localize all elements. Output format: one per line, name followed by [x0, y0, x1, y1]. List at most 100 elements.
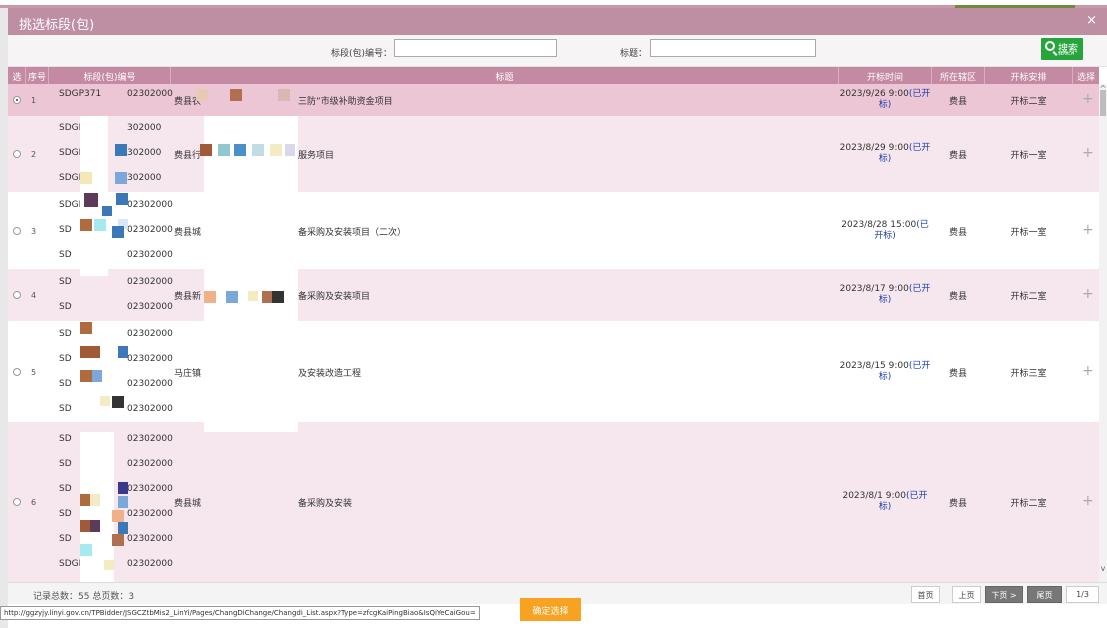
- mosaic-block: [84, 193, 98, 207]
- add-plus-icon[interactable]: +: [1082, 145, 1094, 161]
- section-code-label: 标段(包)编号：: [331, 49, 393, 59]
- table-row[interactable]: 5 SD 02302000 SD 02302000 SD 02302000 SD 0230200…: [8, 321, 1099, 422]
- row-title: 备采购及安装项目: [298, 292, 371, 302]
- open-time-text: 2023/9/26 9:00: [839, 89, 909, 99]
- dialog-title: 挑选标段(包): [19, 18, 95, 33]
- search-button[interactable]: 搜索 SEARCH: [1041, 38, 1083, 60]
- table-row[interactable]: 2 SDGP 302000 SDGP 302000 SDGP 302000 费县行 服务项目 20…: [8, 116, 1099, 192]
- row-area: 费县: [948, 228, 967, 238]
- mosaic-block: [116, 193, 128, 205]
- code-prefix: SD: [59, 434, 72, 444]
- open-time-text: 2023/8/17 9:00: [839, 284, 909, 294]
- add-plus-icon[interactable]: +: [1082, 286, 1094, 302]
- row-radio[interactable]: [13, 150, 21, 158]
- row-code: SD 02302000: [59, 379, 173, 389]
- row-area: 费县: [948, 369, 967, 379]
- row-unit: 费县行: [174, 151, 202, 161]
- table-row[interactable]: 1 SDGP371 02302000 费县农 三防”市级补助资金项目 2023/9/26 …: [8, 84, 1099, 116]
- row-radio[interactable]: [13, 498, 21, 506]
- title-filter-label: 标题：: [620, 49, 648, 59]
- section-code-input[interactable]: [394, 39, 557, 57]
- row-code: SDGP371 02302000: [59, 89, 173, 99]
- mosaic-block: [92, 370, 102, 382]
- code-suffix: 302000: [127, 123, 162, 133]
- add-plus-icon[interactable]: +: [1082, 493, 1094, 509]
- search-button-sublabel: SEARCH: [1058, 51, 1075, 56]
- open-time-text: 2023/8/15 9:00: [839, 361, 909, 371]
- filter-bar: 标段(包)编号： 标题： 搜索 SEARCH: [8, 35, 1107, 67]
- mosaic-block: [204, 291, 216, 303]
- add-plus-icon[interactable]: +: [1082, 91, 1094, 107]
- prev-page-button[interactable]: 上页: [952, 586, 981, 603]
- status-bar-url: http://ggzyjy.linyi.gov.cn/TPBidder/JSGC…: [0, 606, 480, 620]
- table-row[interactable]: 4 SD 02302000 SD 02302000 费县新 备采购及安装项目 2023/8/1…: [8, 269, 1099, 321]
- code-suffix: 02302000: [127, 404, 173, 414]
- code-suffix: 02302000: [127, 250, 173, 260]
- add-plus-icon[interactable]: +: [1082, 222, 1094, 238]
- row-radio[interactable]: [13, 291, 21, 299]
- row-index: 6: [31, 498, 37, 507]
- redaction-mask: [204, 352, 298, 432]
- code-suffix: 302000: [127, 148, 162, 158]
- close-icon[interactable]: ×: [1086, 13, 1097, 28]
- mosaic-block: [252, 144, 264, 156]
- row-code: SD 02302000: [59, 277, 173, 287]
- code-prefix: SDGP371: [59, 89, 102, 99]
- table-row[interactable]: 3 SDGP 02302000 SD 02302000 SD 02302000 费县城 备采购及…: [8, 192, 1099, 269]
- mosaic-block: [112, 226, 124, 238]
- mosaic-block: [102, 206, 112, 216]
- page-select[interactable]: 1/3: [1066, 586, 1099, 603]
- code-suffix: 02302000: [127, 302, 173, 312]
- chevron-down-icon[interactable]: v: [1099, 564, 1107, 573]
- vertical-scrollbar[interactable]: ^ v: [1099, 84, 1107, 582]
- row-code: SD 02302000: [59, 329, 173, 339]
- row-room: 开标二室: [1010, 292, 1047, 302]
- code-prefix: SD: [59, 404, 72, 414]
- row-code: SD 02302000: [59, 404, 173, 414]
- mosaic-block: [226, 291, 238, 303]
- mosaic-block: [112, 510, 124, 522]
- last-page-button[interactable]: 尾页: [1027, 586, 1062, 603]
- row-index: 3: [31, 227, 37, 236]
- row-unit: 费县城: [174, 499, 202, 509]
- confirm-select-button[interactable]: 确定选择: [520, 598, 581, 621]
- row-open-time: 2023/8/1 9:00(已开标): [839, 491, 931, 513]
- row-radio[interactable]: [13, 368, 21, 376]
- mosaic-block: [104, 560, 114, 570]
- row-area: 费县: [948, 292, 967, 302]
- next-page-button[interactable]: 下页 >: [985, 586, 1023, 603]
- row-code: SD 02302000: [59, 509, 173, 519]
- row-radio[interactable]: [13, 227, 21, 235]
- mosaic-block: [115, 172, 127, 184]
- code-suffix: 02302000: [127, 277, 173, 287]
- row-title: 及安装改造工程: [298, 369, 362, 379]
- scrollbar-thumb[interactable]: [1100, 90, 1106, 116]
- code-prefix: SD: [59, 250, 72, 260]
- table-row[interactable]: 6 SD 02302000 SD 02302000 SD 02302000 SD 0230200…: [8, 422, 1099, 582]
- mosaic-block: [118, 522, 128, 534]
- row-open-time: 2023/8/28 15:00(已开标): [839, 220, 931, 242]
- row-area: 费县: [948, 499, 967, 509]
- mosaic-block: [262, 291, 272, 303]
- title-filter-input[interactable]: [650, 39, 816, 57]
- row-code: SD 02302000: [59, 484, 173, 494]
- row-title: 备采购及安装: [298, 499, 353, 509]
- open-time-text: 2023/8/28 15:00: [841, 220, 917, 230]
- mosaic-block: [100, 396, 110, 406]
- mosaic-block: [272, 291, 284, 303]
- code-prefix: SD: [59, 534, 72, 544]
- first-page-button[interactable]: 首页: [911, 586, 940, 603]
- code-prefix: SD: [59, 509, 72, 519]
- table-header: 选 序号 标段(包)编号 标题 开标时间 所在辖区 开标安排 选择: [8, 67, 1099, 84]
- code-prefix: SD: [59, 379, 72, 389]
- code-suffix: 02302000: [127, 354, 173, 364]
- add-plus-icon[interactable]: +: [1082, 363, 1094, 379]
- row-index: 2: [31, 150, 37, 159]
- row-room: 开标一室: [1010, 151, 1047, 161]
- row-code: SD 02302000: [59, 225, 173, 235]
- dialog-titlebar[interactable]: 挑选标段(包) ×: [8, 8, 1107, 35]
- code-suffix: 02302000: [127, 509, 173, 519]
- select-section-dialog: 挑选标段(包) × 标段(包)编号： 标题： 搜索 SEARCH 选 序号 标段…: [8, 8, 1107, 628]
- row-radio[interactable]: [13, 96, 21, 104]
- row-code: SD 02302000: [59, 534, 173, 544]
